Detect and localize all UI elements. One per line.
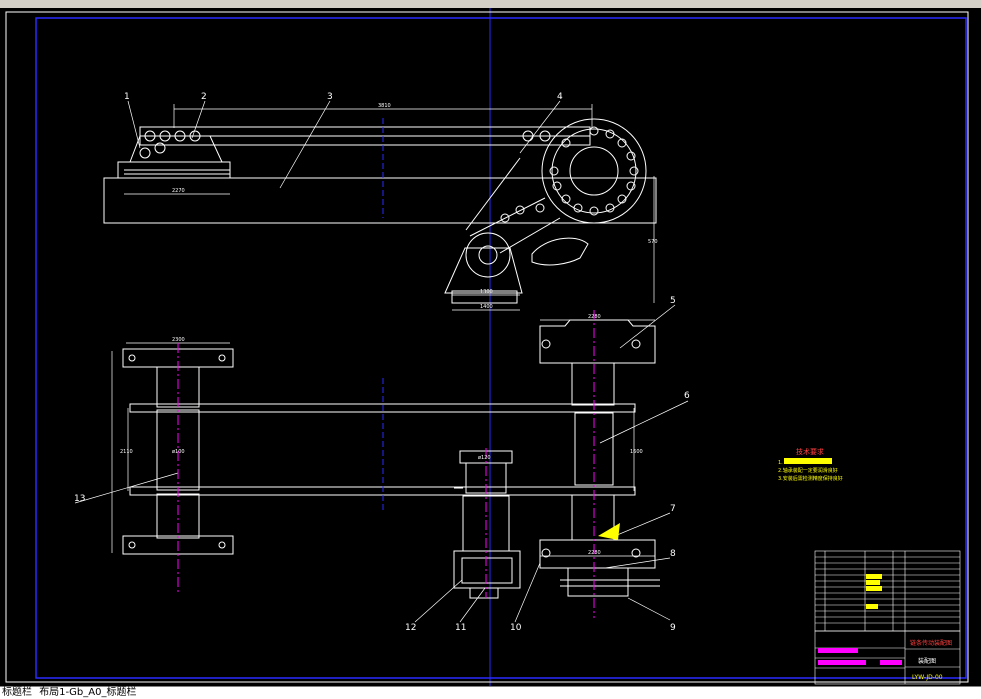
inner-frame	[35, 17, 967, 679]
drawing-title: 链条传动装配图	[910, 639, 952, 647]
note-3: 3.安装后需检测精度保持良好	[778, 475, 843, 482]
balloon-9: 9	[670, 623, 676, 633]
balloon-5: 5	[670, 296, 676, 306]
dim-shaft-dia: ø100	[172, 449, 185, 455]
balloon-11: 11	[455, 623, 466, 633]
weld-hatch-mark	[598, 523, 620, 540]
note-1: 1.	[778, 460, 783, 466]
balloon-2: 2	[201, 92, 207, 102]
balloon-6: 6	[684, 391, 690, 401]
balloon-4: 4	[557, 92, 563, 102]
dim-left-bearing: 2300	[172, 337, 185, 343]
part-label: 装配图	[918, 657, 936, 665]
tab-title-bar[interactable]: 标题栏	[0, 687, 34, 698]
window-top-strip	[0, 0, 981, 8]
balloon-12: 12	[405, 623, 416, 633]
cad-drawing-canvas[interactable]: 1 2 3 4 5 6 7 8 9 10 11 12 13 3810 2270 …	[0, 8, 981, 686]
bom-highlights	[818, 574, 902, 665]
balloon-3: 3	[327, 92, 333, 102]
note-2: 2.轴承装配一定要润滑良好	[778, 467, 838, 474]
balloon-1: 1	[124, 92, 130, 102]
plan-view	[74, 304, 689, 623]
dim-left-vertical: 2110	[120, 449, 133, 455]
dim-pedestal-outer: 1400	[480, 304, 493, 310]
dim-bottom-bearing: 2280	[588, 550, 601, 556]
outer-frame	[5, 11, 969, 683]
dim-vertical-height: 570	[648, 239, 658, 245]
side-elevation-view	[103, 100, 657, 311]
dim-right-vertical: 1600	[630, 449, 643, 455]
dim-pedestal-inner: 1300	[480, 289, 493, 295]
notes-title: 技术要求	[796, 447, 824, 456]
balloon-7: 7	[670, 504, 676, 514]
balloon-13: 13	[74, 494, 85, 504]
dim-base-width: 2270	[172, 188, 185, 194]
balloon-10: 10	[510, 623, 522, 633]
dim-top-span: 3810	[378, 103, 391, 109]
drawing-code: LYW-JD-00	[912, 674, 943, 681]
tab-layout1[interactable]: 布局1-Gb_A0_标题栏	[37, 687, 138, 698]
layout-tab-bar: 标题栏 布局1-Gb_A0_标题栏	[0, 686, 981, 699]
balloon-8: 8	[670, 549, 676, 559]
technical-notes: 技术要求 1. 2.轴承装配一定要润滑良好 3.安装后需检测精度保持良好	[778, 447, 843, 482]
dim-right-block: 2280	[588, 314, 601, 320]
dim-small-block: ø120	[478, 455, 491, 461]
